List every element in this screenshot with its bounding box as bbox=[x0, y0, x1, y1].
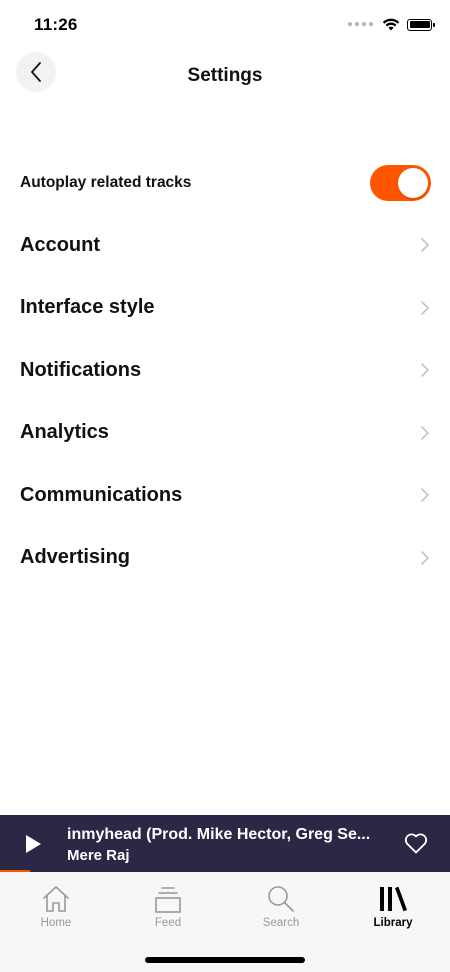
chevron-right-icon bbox=[421, 363, 429, 378]
settings-item-label: Notifications bbox=[20, 358, 142, 381]
settings-item-advertising[interactable]: Advertising bbox=[0, 527, 450, 590]
settings-item-label: Analytics bbox=[20, 421, 109, 444]
search-icon bbox=[268, 886, 294, 912]
settings-item-label: Account bbox=[20, 233, 100, 256]
chevron-right-icon bbox=[421, 488, 429, 503]
feed-icon bbox=[155, 887, 181, 913]
home-icon bbox=[43, 886, 69, 912]
settings-item-label: Interface style bbox=[20, 296, 155, 319]
mini-player[interactable]: inmyhead (Prod. Mike Hector, Greg Se... … bbox=[0, 815, 450, 872]
chevron-right-icon bbox=[421, 550, 429, 565]
status-time: 11:26 bbox=[34, 15, 78, 34]
track-title: inmyhead (Prod. Mike Hector, Greg Se... bbox=[67, 826, 371, 843]
play-icon[interactable] bbox=[24, 834, 42, 854]
nav-bar: Settings bbox=[0, 50, 450, 102]
settings-item-interface-style[interactable]: Interface style bbox=[0, 277, 450, 340]
settings-item-account[interactable]: Account bbox=[0, 214, 450, 277]
settings-list: Autoplay related tracks Account Interfac… bbox=[0, 152, 450, 589]
autoplay-row: Autoplay related tracks bbox=[0, 152, 450, 214]
home-indicator[interactable] bbox=[145, 957, 305, 963]
settings-item-label: Communications bbox=[20, 483, 183, 506]
settings-item-label: Advertising bbox=[20, 546, 131, 569]
page-title: Settings bbox=[187, 65, 263, 86]
settings-item-communications[interactable]: Communications bbox=[0, 464, 450, 527]
signal-dots-icon: ●●●● bbox=[346, 18, 375, 30]
tab-home-label: Home bbox=[40, 917, 72, 929]
chevron-right-icon bbox=[421, 425, 429, 440]
wifi-icon bbox=[382, 18, 400, 31]
autoplay-label: Autoplay related tracks bbox=[20, 174, 192, 191]
chevron-right-icon bbox=[421, 238, 429, 253]
status-bar: 11:26 ●●●● bbox=[0, 0, 450, 50]
tab-search-label: Search bbox=[262, 917, 300, 929]
heart-outline-icon[interactable] bbox=[404, 832, 428, 854]
tab-library[interactable]: Library bbox=[353, 880, 433, 936]
status-icons: ●●●● bbox=[346, 18, 435, 31]
chevron-right-icon bbox=[421, 300, 429, 315]
tab-feed[interactable]: Feed bbox=[128, 880, 208, 936]
battery-icon bbox=[407, 18, 435, 31]
toggle-knob bbox=[398, 168, 428, 198]
settings-item-notifications[interactable]: Notifications bbox=[0, 339, 450, 402]
autoplay-toggle[interactable] bbox=[370, 165, 431, 201]
tab-search[interactable]: Search bbox=[241, 880, 321, 936]
tab-library-label: Library bbox=[373, 917, 413, 929]
tab-feed-label: Feed bbox=[154, 917, 182, 929]
library-icon bbox=[380, 886, 407, 912]
settings-item-analytics[interactable]: Analytics bbox=[0, 402, 450, 465]
track-artist: Mere Raj bbox=[67, 847, 130, 864]
tab-home[interactable]: Home bbox=[16, 880, 96, 936]
